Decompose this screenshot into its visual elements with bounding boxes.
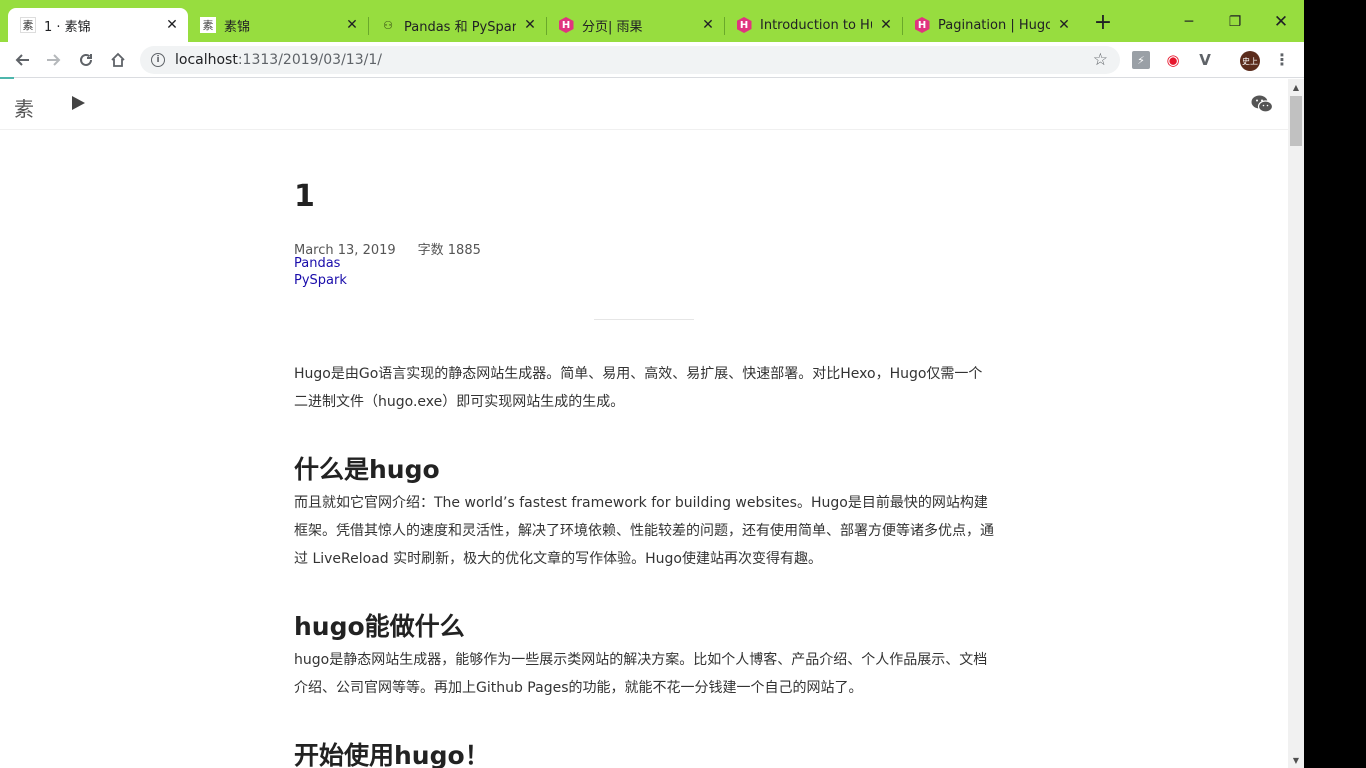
su-favicon-icon: 素 bbox=[20, 17, 36, 33]
tab-sujin[interactable]: 素 素锦 ✕ bbox=[188, 8, 368, 42]
home-icon[interactable] bbox=[106, 48, 130, 72]
browser-toolbar: i localhost:1313/2019/03/13/1/ ☆ ⚡ ◉ V 史… bbox=[0, 42, 1304, 78]
web-page: 素 1 March 13, 2019 字数 1885 Pandas PySpark… bbox=[0, 79, 1288, 768]
tab-pagination-cn[interactable]: H 分页| 雨果 ✕ bbox=[546, 8, 724, 42]
site-favicon-icon: ⚇ bbox=[383, 18, 393, 32]
weibo-extension-icon[interactable]: ◉ bbox=[1164, 51, 1182, 69]
extension-lightning-icon[interactable]: ⚡ bbox=[1132, 51, 1150, 69]
post-title: 1 bbox=[294, 179, 315, 214]
play-icon[interactable] bbox=[72, 96, 85, 110]
tab-pagination-hugo[interactable]: H Pagination | Hugo ✕ bbox=[902, 8, 1080, 42]
section-heading: 什么是hugo bbox=[294, 455, 440, 484]
scroll-down-arrow-icon[interactable]: ▼ bbox=[1288, 756, 1304, 766]
url-text: localhost:1313/2019/03/13/1/ bbox=[175, 52, 382, 68]
tab-title: Pandas 和 PySpark 的 bbox=[404, 19, 516, 35]
close-window-icon[interactable]: ✕ bbox=[1258, 10, 1304, 34]
tab-title: Pagination | Hugo bbox=[938, 17, 1050, 33]
hugo-icon: H bbox=[914, 17, 930, 33]
back-arrow-icon[interactable] bbox=[10, 48, 34, 72]
tab-current[interactable]: 素 1 · 素锦 ✕ bbox=[8, 8, 188, 42]
hugo-icon: H bbox=[736, 17, 752, 33]
tab-close-icon[interactable]: ✕ bbox=[520, 15, 540, 35]
site-logo[interactable]: 素 bbox=[14, 93, 34, 122]
section-heading: 开始使用hugo！ bbox=[294, 741, 490, 768]
tag-link-pandas[interactable]: Pandas bbox=[294, 256, 340, 271]
site-info-icon[interactable]: i bbox=[151, 53, 165, 67]
tab-strip: 素 1 · 素锦 ✕ 素 素锦 ✕ ⚇ Pandas 和 PySpark 的 ✕… bbox=[0, 0, 1304, 42]
section-heading: hugo能做什么 bbox=[294, 612, 465, 641]
tab-close-icon[interactable]: ✕ bbox=[876, 15, 896, 35]
new-tab-icon[interactable]: + bbox=[1092, 12, 1114, 35]
hugo-icon: H bbox=[558, 17, 574, 33]
tab-close-icon[interactable]: ✕ bbox=[162, 15, 182, 35]
intro-paragraph: Hugo是由Go语言实现的静态网站生成器。简单、易用、高效、易扩展、快速部署。对… bbox=[294, 366, 983, 410]
page-scrollbar[interactable]: ▲ ▼ bbox=[1288, 79, 1304, 768]
bookmark-star-icon[interactable]: ☆ bbox=[1093, 50, 1108, 70]
profile-avatar[interactable]: 史上 bbox=[1240, 51, 1260, 71]
wechat-icon[interactable] bbox=[1251, 94, 1273, 114]
address-bar[interactable]: i localhost:1313/2019/03/13/1/ ☆ bbox=[140, 46, 1120, 74]
tab-close-icon[interactable]: ✕ bbox=[342, 15, 362, 35]
forward-arrow-icon[interactable] bbox=[42, 48, 66, 72]
tag-link-pyspark[interactable]: PySpark bbox=[294, 273, 347, 288]
section-paragraph: hugo是静态网站生成器，能够作为一些展示类网站的解决方案。比如个人博客、产品介… bbox=[294, 652, 988, 696]
su-favicon-icon: 素 bbox=[200, 17, 216, 33]
site-header: 素 bbox=[0, 79, 1288, 130]
menu-kebab-icon[interactable]: ⋮ bbox=[1274, 50, 1290, 70]
restore-icon[interactable]: ❐ bbox=[1212, 10, 1258, 34]
tab-introduction-hugo[interactable]: H Introduction to Hugo ✕ bbox=[724, 8, 902, 42]
tab-title: 分页| 雨果 bbox=[582, 19, 643, 35]
reload-icon[interactable] bbox=[74, 48, 98, 72]
minimize-icon[interactable]: ─ bbox=[1166, 10, 1212, 34]
tab-title: 1 · 素锦 bbox=[44, 19, 91, 35]
vimium-extension-icon[interactable]: V bbox=[1196, 51, 1214, 69]
screen-margin bbox=[1304, 0, 1366, 768]
section-paragraph: 而且就如它官网介绍：The world’s fastest framework … bbox=[294, 495, 994, 567]
scroll-up-arrow-icon[interactable]: ▲ bbox=[1288, 83, 1304, 93]
tab-pandas[interactable]: ⚇ Pandas 和 PySpark 的 ✕ bbox=[368, 8, 546, 42]
browser-window: 素 1 · 素锦 ✕ 素 素锦 ✕ ⚇ Pandas 和 PySpark 的 ✕… bbox=[0, 0, 1304, 768]
tab-title: 素锦 bbox=[224, 19, 251, 35]
scroll-thumb[interactable] bbox=[1290, 96, 1302, 146]
divider bbox=[594, 319, 694, 320]
tab-close-icon[interactable]: ✕ bbox=[698, 15, 718, 35]
tab-title: Introduction to Hugo bbox=[760, 17, 872, 33]
tab-close-icon[interactable]: ✕ bbox=[1054, 15, 1074, 35]
word-count: 字数 1885 bbox=[417, 243, 481, 258]
